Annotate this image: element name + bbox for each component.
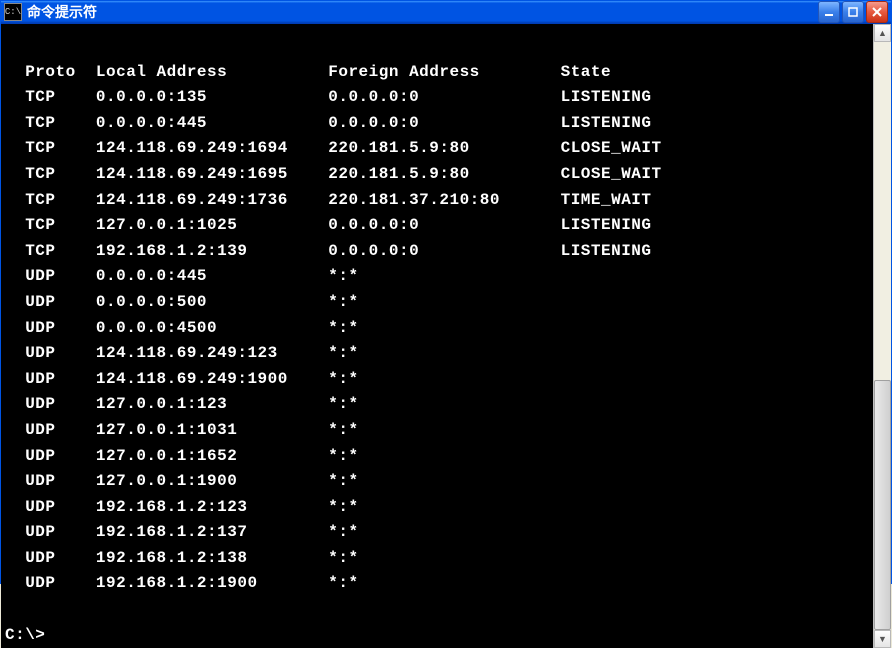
scrollbar-track[interactable] [874,42,891,630]
chevron-up-icon: ▲ [878,28,887,38]
maximize-button[interactable] [842,1,864,23]
app-icon: C:\ [4,3,22,21]
scroll-up-button[interactable]: ▲ [874,24,891,42]
titlebar[interactable]: C:\ 命令提示符 [1,1,891,23]
client-area: Proto Local Address Foreign Address Stat… [1,23,891,648]
command-prompt-window: C:\ 命令提示符 Proto Local Address Foreign Ad… [0,0,892,584]
scrollbar-thumb[interactable] [874,380,891,630]
minimize-button[interactable] [818,1,840,23]
maximize-icon [847,6,859,18]
window-controls [818,1,888,23]
minimize-icon [823,6,835,18]
close-icon [871,6,883,18]
close-button[interactable] [866,1,888,23]
vertical-scrollbar[interactable]: ▲ ▼ [873,24,891,648]
window-title: 命令提示符 [27,2,818,22]
terminal-output[interactable]: Proto Local Address Foreign Address Stat… [1,24,873,648]
chevron-down-icon: ▼ [878,634,887,644]
scroll-down-button[interactable]: ▼ [874,630,891,648]
